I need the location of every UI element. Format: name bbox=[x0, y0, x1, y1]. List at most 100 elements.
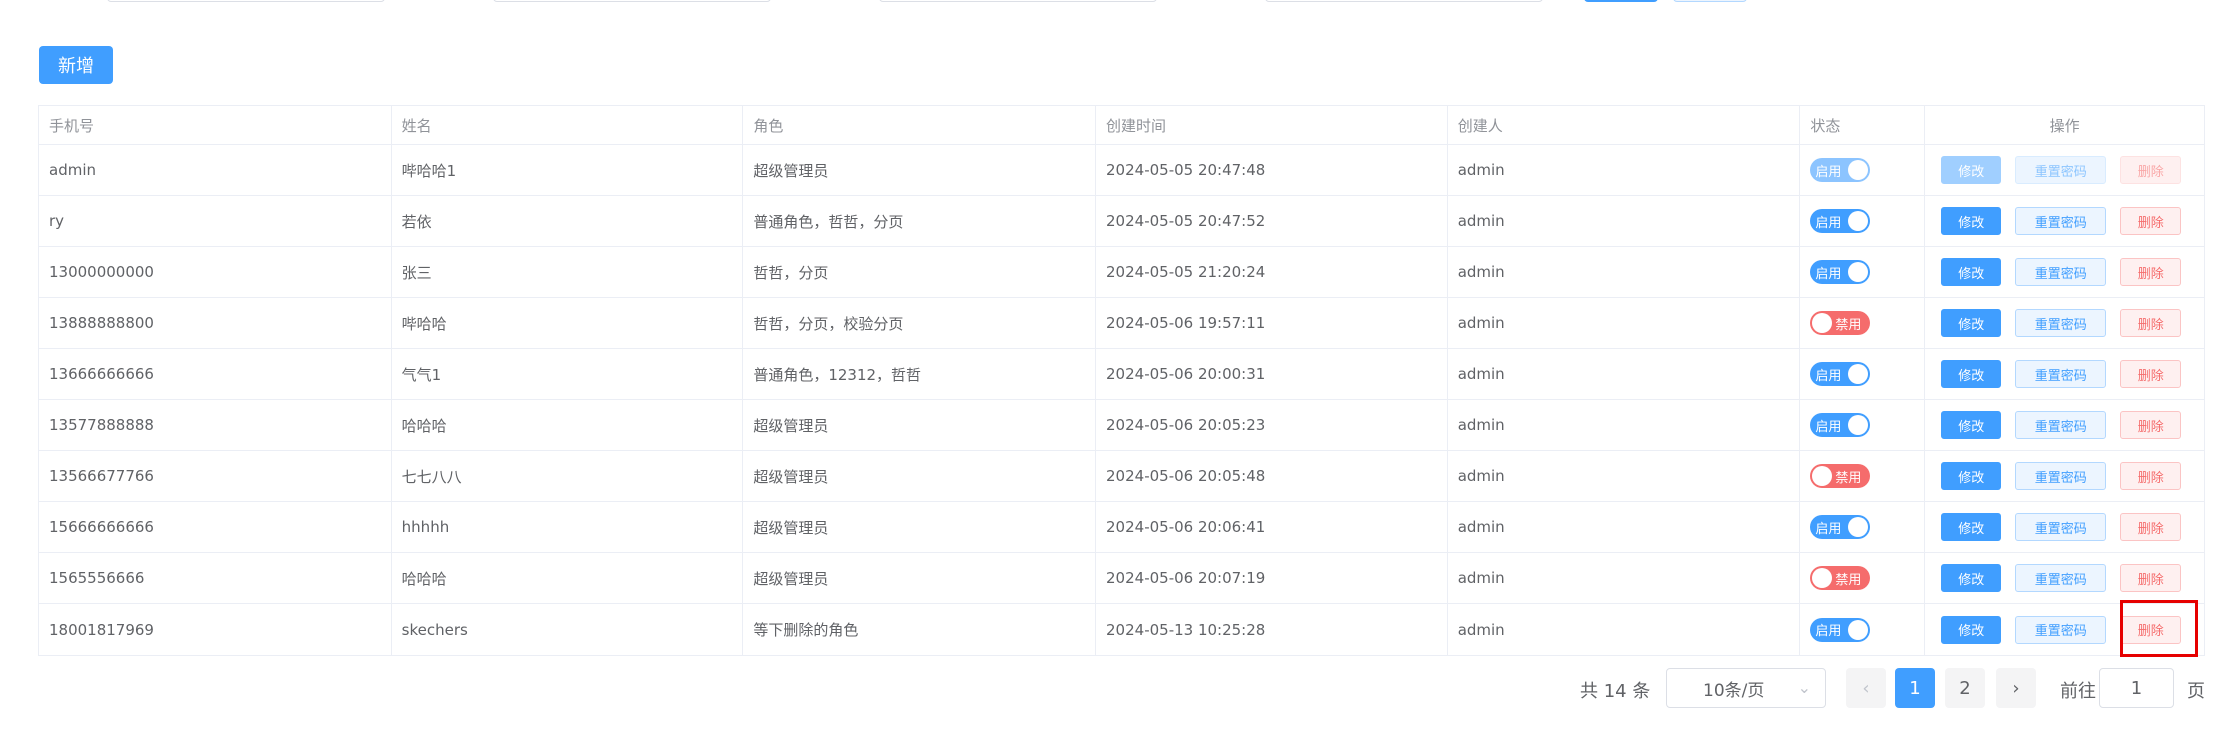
reset-password-button[interactable]: 重置密码 bbox=[2015, 615, 2107, 644]
table-row: admin 哔哈哈1 超级管理员 2024-05-05 20:47:48 admin 启用… bbox=[39, 145, 2204, 196]
status-switch[interactable]: 启用 bbox=[1810, 515, 1871, 539]
header-creator[interactable]: 创建人 bbox=[1448, 106, 1801, 144]
header-created[interactable]: 创建时间 bbox=[1096, 106, 1448, 144]
delete-button[interactable]: 删除 bbox=[2120, 513, 2182, 541]
edit-button[interactable]: 修改 bbox=[1941, 513, 2002, 541]
next-page-button[interactable]: › bbox=[1996, 668, 2036, 708]
status-switch[interactable]: 禁用 bbox=[1810, 566, 1871, 590]
reset-password-button[interactable]: 重置密码 bbox=[2015, 360, 2107, 388]
filter-input-2[interactable] bbox=[493, 0, 771, 2]
table-row: 13666666666 气气1 普通角色，12312，哲哲 2024-05-06 20… bbox=[39, 349, 2204, 400]
edit-button[interactable]: 修改 bbox=[1941, 462, 2002, 490]
reset-password-button[interactable]: 重置密码 bbox=[2015, 207, 2107, 235]
cell-actions: 修改 重置密码 删除 bbox=[1925, 145, 2204, 195]
cell-creator: admin bbox=[1448, 400, 1801, 450]
add-button[interactable]: 新增 bbox=[39, 46, 113, 84]
cell-status: 启用 bbox=[1800, 400, 1926, 450]
switch-knob bbox=[1812, 466, 1833, 486]
edit-button[interactable]: 修改 bbox=[1941, 207, 2002, 235]
cell-phone: 15666666666 bbox=[39, 502, 392, 552]
cell-actions: 修改 重置密码 删除 bbox=[1925, 196, 2204, 246]
table-row: 13577888888 哈哈哈 超级管理员 2024-05-06 20:05:23 ad… bbox=[39, 400, 2204, 451]
delete-button[interactable]: 删除 bbox=[2120, 309, 2182, 337]
filter-input-3[interactable] bbox=[879, 0, 1157, 2]
header-name[interactable]: 姓名 bbox=[392, 106, 744, 144]
edit-button[interactable]: 修改 bbox=[1941, 360, 2002, 388]
prev-page-button[interactable]: ‹ bbox=[1846, 668, 1886, 708]
switch-knob bbox=[1812, 568, 1833, 588]
delete-button[interactable]: 删除 bbox=[2120, 462, 2182, 490]
status-switch[interactable]: 启用 bbox=[1810, 362, 1871, 386]
cell-creator: admin bbox=[1448, 196, 1801, 246]
reset-password-button[interactable]: 重置密码 bbox=[2015, 564, 2107, 592]
reset-password-button[interactable]: 重置密码 bbox=[2015, 513, 2107, 541]
cell-name: 气气1 bbox=[392, 349, 744, 399]
filter-input-4[interactable] bbox=[1265, 0, 1543, 2]
reset-password-button[interactable]: 重置密码 bbox=[2015, 156, 2107, 184]
cell-creator: admin bbox=[1448, 502, 1801, 552]
switch-knob bbox=[1848, 211, 1869, 231]
edit-button[interactable]: 修改 bbox=[1941, 258, 2002, 286]
filter-input-1[interactable] bbox=[107, 0, 385, 2]
reset-password-button[interactable]: 重置密码 bbox=[2015, 462, 2107, 490]
delete-button[interactable]: 删除 bbox=[2120, 258, 2182, 286]
reset-password-button[interactable]: 重置密码 bbox=[2015, 309, 2107, 337]
cell-created: 2024-05-06 20:00:31 bbox=[1096, 349, 1448, 399]
header-phone[interactable]: 手机号 bbox=[39, 106, 392, 144]
status-switch[interactable]: 禁用 bbox=[1810, 464, 1871, 488]
switch-knob bbox=[1848, 364, 1869, 384]
page-button-1[interactable]: 1 bbox=[1895, 668, 1935, 708]
chevron-down-icon: ⌄ bbox=[1797, 678, 1811, 697]
status-switch[interactable]: 启用 bbox=[1810, 158, 1871, 182]
table-row: 13000000000 张三 哲哲，分页 2024-05-05 21:20:24 adm… bbox=[39, 247, 2204, 298]
page-button-2[interactable]: 2 bbox=[1945, 668, 1985, 708]
cell-status: 启用 bbox=[1800, 196, 1926, 246]
edit-button[interactable]: 修改 bbox=[1941, 564, 2002, 592]
delete-button[interactable]: 删除 bbox=[2120, 411, 2182, 439]
delete-button[interactable]: 删除 bbox=[2120, 615, 2182, 644]
delete-button[interactable]: 删除 bbox=[2120, 564, 2182, 592]
cell-phone: 13000000000 bbox=[39, 247, 392, 297]
header-status[interactable]: 状态 bbox=[1800, 106, 1926, 144]
cell-name: 七七八八 bbox=[392, 451, 744, 501]
cell-role: 超级管理员 bbox=[743, 400, 1097, 450]
cell-phone: 18001817969 bbox=[39, 604, 392, 655]
edit-button[interactable]: 修改 bbox=[1941, 156, 2002, 184]
table-row: 1565556666 哈哈哈 超级管理员 2024-05-06 20:07:19 adm… bbox=[39, 553, 2204, 604]
reset-button[interactable] bbox=[1673, 0, 1747, 2]
user-table: 手机号 姓名 角色 创建时间 创建人 状态 操作 admin 哔哈哈1 超级管理员 2… bbox=[38, 105, 2205, 656]
goto-page-input[interactable] bbox=[2099, 668, 2174, 708]
search-button[interactable] bbox=[1584, 0, 1658, 2]
cell-creator: admin bbox=[1448, 604, 1801, 655]
status-switch[interactable]: 启用 bbox=[1810, 617, 1871, 642]
switch-knob bbox=[1812, 313, 1833, 333]
reset-password-button[interactable]: 重置密码 bbox=[2015, 258, 2107, 286]
delete-button[interactable]: 删除 bbox=[2120, 207, 2182, 235]
reset-password-button[interactable]: 重置密码 bbox=[2015, 411, 2107, 439]
delete-button[interactable]: 删除 bbox=[2120, 156, 2182, 184]
edit-button[interactable]: 修改 bbox=[1941, 615, 2002, 644]
cell-actions: 修改 重置密码 删除 bbox=[1925, 451, 2204, 501]
edit-button[interactable]: 修改 bbox=[1941, 411, 2002, 439]
cell-phone: 1565556666 bbox=[39, 553, 392, 603]
cell-creator: admin bbox=[1448, 298, 1801, 348]
cell-creator: admin bbox=[1448, 247, 1801, 297]
status-switch[interactable]: 启用 bbox=[1810, 413, 1871, 437]
cell-role: 超级管理员 bbox=[743, 502, 1097, 552]
status-switch-label: 启用 bbox=[1815, 266, 1842, 282]
status-switch-label: 启用 bbox=[1815, 419, 1842, 435]
status-switch[interactable]: 禁用 bbox=[1810, 311, 1871, 335]
status-switch[interactable]: 启用 bbox=[1810, 260, 1871, 284]
delete-button[interactable]: 删除 bbox=[2120, 360, 2182, 388]
header-role[interactable]: 角色 bbox=[743, 106, 1097, 144]
cell-creator: admin bbox=[1448, 145, 1801, 195]
edit-button[interactable]: 修改 bbox=[1941, 309, 2002, 337]
switch-knob bbox=[1848, 262, 1869, 282]
status-switch[interactable]: 启用 bbox=[1810, 209, 1871, 233]
pagination-total: 共 14 条 bbox=[1580, 681, 1651, 702]
status-switch-label: 禁用 bbox=[1835, 317, 1862, 333]
cell-created: 2024-05-06 20:07:19 bbox=[1096, 553, 1448, 603]
page-size-select[interactable]: 10条/页 ⌄ bbox=[1666, 668, 1826, 708]
switch-knob bbox=[1848, 415, 1869, 435]
cell-created: 2024-05-13 10:25:28 bbox=[1096, 604, 1448, 655]
